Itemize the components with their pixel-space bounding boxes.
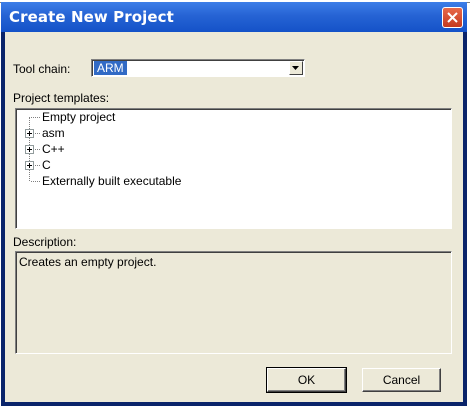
tree-connector <box>31 117 40 118</box>
tree-item-label: asm <box>42 126 65 140</box>
toolchain-label: Tool chain: <box>13 62 71 76</box>
dialog-title: Create New Project <box>9 8 174 26</box>
tree-item-external[interactable]: Externally built executable <box>16 173 316 189</box>
tree-item-label: C++ <box>42 142 65 156</box>
tree-item-c[interactable]: C <box>16 157 316 173</box>
ok-button[interactable]: OK <box>266 367 347 393</box>
description-label: Description: <box>13 235 77 249</box>
toolchain-select[interactable]: ARM <box>91 59 305 77</box>
dropdown-button[interactable] <box>289 61 303 75</box>
tree-item-label: Externally built executable <box>42 174 182 188</box>
tree-item-asm[interactable]: asm <box>16 125 316 141</box>
tree-item-label: Empty project <box>42 110 116 124</box>
tree-connector <box>31 181 40 182</box>
dialog-body: Tool chain: ARM Project templates: Empty… <box>5 32 463 402</box>
toolchain-value: ARM <box>94 61 127 75</box>
title-bar[interactable]: Create New Project <box>1 2 467 32</box>
description-box: Creates an empty project. <box>15 251 452 354</box>
tree-item-label: C <box>42 158 51 172</box>
templates-tree[interactable]: Empty project asm C++ C Externally built… <box>15 108 452 229</box>
templates-label: Project templates: <box>13 91 110 105</box>
cancel-button[interactable]: Cancel <box>362 368 441 392</box>
tree-item-empty-project[interactable]: Empty project <box>16 109 316 125</box>
chevron-down-icon <box>292 66 299 70</box>
description-text: Creates an empty project. <box>19 255 157 269</box>
close-button[interactable] <box>442 7 463 28</box>
close-icon <box>447 12 458 23</box>
expand-icon[interactable] <box>25 129 34 138</box>
tree-item-cpp[interactable]: C++ <box>16 141 316 157</box>
expand-icon[interactable] <box>25 145 34 154</box>
create-project-dialog: Create New Project Tool chain: ARM Proje… <box>1 2 467 406</box>
expand-icon[interactable] <box>25 161 34 170</box>
